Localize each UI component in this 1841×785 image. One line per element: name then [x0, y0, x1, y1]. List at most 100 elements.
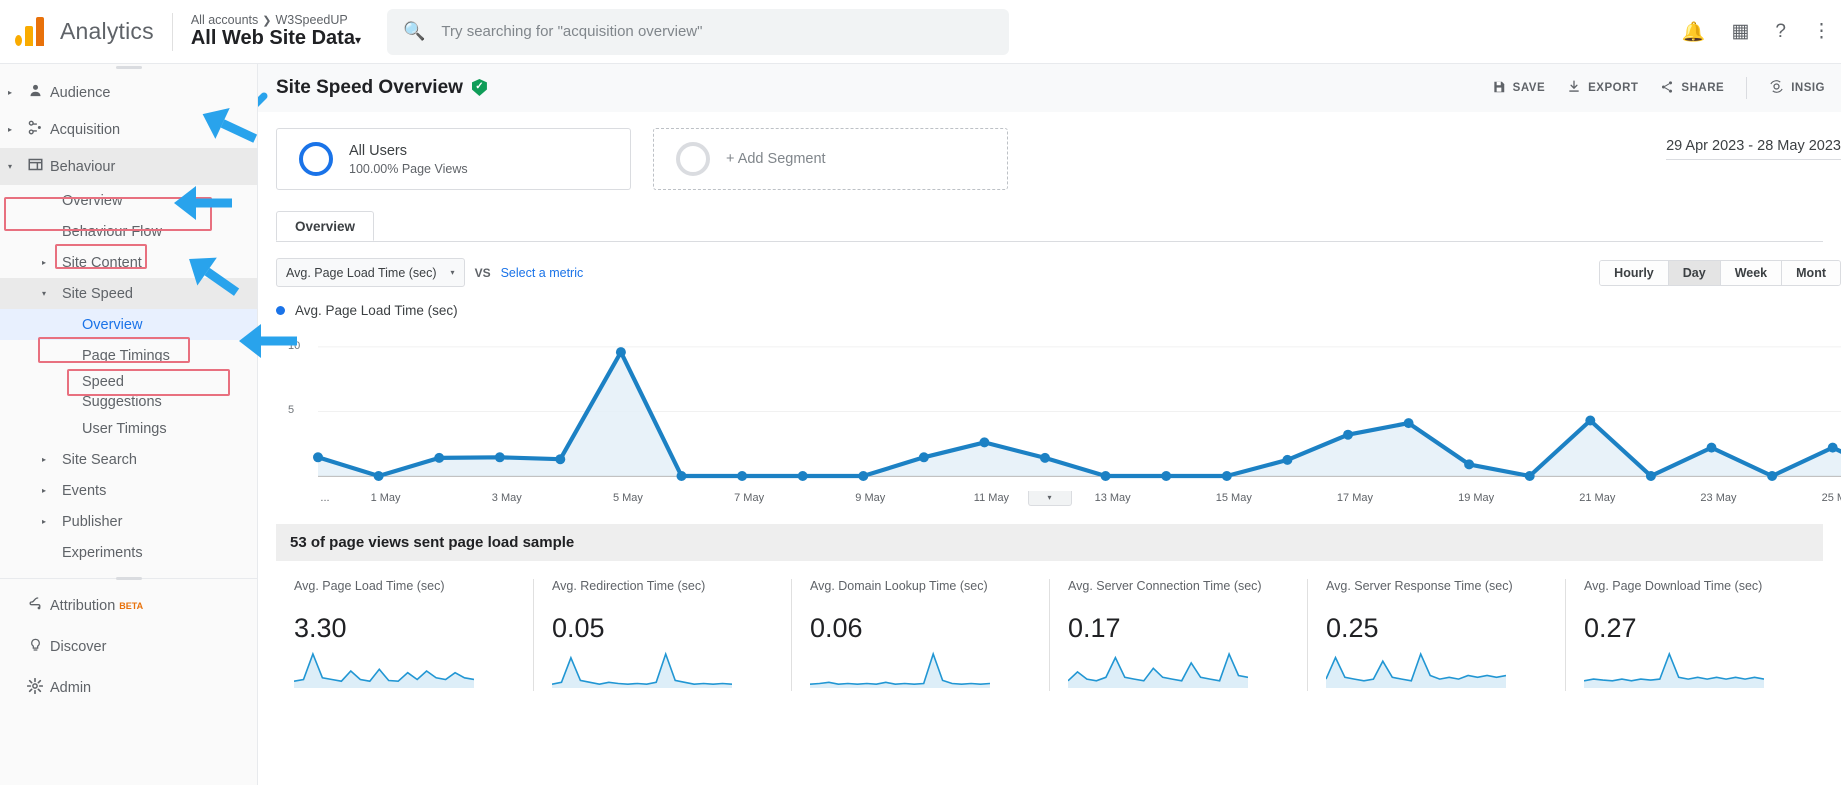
- chart-point[interactable]: [1040, 453, 1050, 463]
- top-bar-actions: 🔔 ▦ ? ⋮: [1682, 20, 1831, 44]
- granularity-day[interactable]: Day: [1669, 261, 1721, 285]
- metric-card-value: 0.06: [810, 613, 1035, 644]
- metric-card-value: 0.17: [1068, 613, 1293, 644]
- add-segment-label: + Add Segment: [726, 151, 826, 167]
- chart-point[interactable]: [1404, 418, 1414, 428]
- breadcrumb-all-accounts[interactable]: All accounts: [191, 13, 258, 27]
- segment-all-users[interactable]: All Users 100.00% Page Views: [276, 128, 631, 190]
- sidebar-item-label: Audience: [50, 85, 110, 101]
- metric-card: Avg. Page Load Time (sec)3.30: [276, 579, 534, 691]
- sidebar-item-site-search[interactable]: ▸Site Search: [0, 444, 257, 475]
- sidebar-item-acquisition[interactable]: ▸Acquisition: [0, 111, 257, 148]
- chevron-icon: ▸: [42, 486, 62, 495]
- chart-point[interactable]: [1222, 471, 1232, 481]
- sidebar-item-attribution[interactable]: AttributionBETA: [0, 585, 257, 626]
- action-label: SAVE: [1513, 82, 1545, 94]
- metric-card-value: 0.27: [1584, 613, 1809, 644]
- sidebar-item-label: Admin: [50, 680, 91, 696]
- chart-point[interactable]: [737, 471, 747, 481]
- attribution-icon: [20, 596, 50, 616]
- sidebar-item-admin[interactable]: Admin: [0, 667, 257, 708]
- metric-card: Avg. Server Connection Time (sec)0.17: [1050, 579, 1308, 691]
- granularity-mont[interactable]: Mont: [1782, 261, 1840, 285]
- tab-overview[interactable]: Overview: [276, 211, 374, 241]
- sidebar-item-behaviour[interactable]: ▾Behaviour: [0, 148, 257, 185]
- metric-card-sparkline: [810, 650, 990, 688]
- chart-point[interactable]: [1828, 443, 1838, 453]
- chart-point[interactable]: [313, 452, 323, 462]
- property-name[interactable]: All Web Site Data▾: [191, 27, 361, 50]
- sidebar-item-site-speed-page-timings[interactable]: Page Timings: [0, 340, 257, 371]
- sidebar-item-behaviour-flow[interactable]: Behaviour Flow: [0, 216, 257, 247]
- chart-point[interactable]: [798, 471, 808, 481]
- help-icon[interactable]: ?: [1775, 21, 1786, 43]
- date-range-picker[interactable]: 29 Apr 2023 - 28 May 2023: [1666, 138, 1841, 160]
- chart-point[interactable]: [495, 452, 505, 462]
- granularity-toggle: HourlyDayWeekMont: [1599, 260, 1841, 286]
- chart-point[interactable]: [1646, 471, 1656, 481]
- chart-point[interactable]: [434, 453, 444, 463]
- x-axis-tick: 25 May: [1822, 492, 1841, 504]
- notifications-bell-icon[interactable]: 🔔: [1682, 20, 1706, 44]
- insig-button[interactable]: INSIG: [1769, 79, 1825, 97]
- sidebar-item-site-speed-speed-suggestions[interactable]: SpeedSuggestions: [0, 371, 257, 413]
- sidebar-item-site-speed-user-timings[interactable]: User Timings: [0, 413, 257, 444]
- chart-point[interactable]: [1585, 416, 1595, 426]
- export-button[interactable]: EXPORT: [1567, 80, 1638, 97]
- sidebar-item-publisher[interactable]: ▸Publisher: [0, 506, 257, 537]
- sidebar-item-site-speed-overview[interactable]: Overview: [0, 309, 257, 340]
- chart-point[interactable]: [677, 471, 687, 481]
- granularity-week[interactable]: Week: [1721, 261, 1782, 285]
- sidebar-item-site-speed[interactable]: ▾Site Speed: [0, 278, 257, 309]
- add-segment-button[interactable]: + Add Segment: [653, 128, 1008, 190]
- metric-select[interactable]: Avg. Page Load Time (sec) ▾: [276, 258, 465, 287]
- metric-cards: Avg. Page Load Time (sec)3.30Avg. Redire…: [276, 579, 1823, 691]
- x-axis-tick: ...: [320, 492, 329, 504]
- chart-point[interactable]: [1464, 459, 1474, 469]
- chart-point[interactable]: [555, 454, 565, 464]
- chart-point[interactable]: [919, 452, 929, 462]
- insights-icon: [1769, 79, 1784, 97]
- more-options-icon[interactable]: ⋮: [1812, 20, 1831, 43]
- chevron-icon: ▸: [42, 258, 62, 267]
- chart-point[interactable]: [1282, 455, 1292, 465]
- sidebar-item-label: Acquisition: [50, 122, 120, 138]
- sidebar-item-overview[interactable]: Overview: [0, 185, 257, 216]
- granularity-hourly[interactable]: Hourly: [1600, 261, 1669, 285]
- metric-card-value: 0.25: [1326, 613, 1551, 644]
- sidebar-item-events[interactable]: ▸Events: [0, 475, 257, 506]
- chevron-icon: ▸: [42, 517, 62, 526]
- chart-point[interactable]: [374, 471, 384, 481]
- segment-ring-icon: [299, 142, 333, 176]
- sidebar-item-label: Events: [62, 483, 106, 499]
- account-selector[interactable]: All accounts❯W3SpeedUP All Web Site Data…: [191, 13, 361, 51]
- divider: [1746, 77, 1747, 99]
- chart-point[interactable]: [1343, 430, 1353, 440]
- chart-point[interactable]: [1707, 443, 1717, 453]
- sidebar-grab-handle[interactable]: [116, 66, 142, 69]
- share-button[interactable]: SHARE: [1660, 80, 1724, 97]
- main-chart[interactable]: 10 5: [276, 326, 1823, 491]
- sidebar-item-experiments[interactable]: Experiments: [0, 537, 257, 568]
- save-button[interactable]: SAVE: [1492, 80, 1545, 97]
- chart-point[interactable]: [1161, 471, 1171, 481]
- chart-point[interactable]: [979, 437, 989, 447]
- sidebar-item-audience[interactable]: ▸Audience: [0, 74, 257, 111]
- sidebar-item-discover[interactable]: Discover: [0, 626, 257, 667]
- apps-grid-icon[interactable]: ▦: [1731, 20, 1749, 43]
- select-a-metric-link[interactable]: Select a metric: [501, 266, 584, 280]
- sidebar-item-site-content[interactable]: ▸Site Content: [0, 247, 257, 278]
- action-label: EXPORT: [1588, 82, 1638, 94]
- chart-point[interactable]: [1525, 471, 1535, 481]
- segment-name: All Users: [349, 143, 468, 159]
- chart-point[interactable]: [858, 471, 868, 481]
- chart-expander-button[interactable]: ▾: [1028, 491, 1072, 506]
- chart-point[interactable]: [616, 347, 626, 357]
- breadcrumb-account[interactable]: W3SpeedUP: [275, 13, 347, 27]
- breadcrumb: All accounts❯W3SpeedUP: [191, 13, 361, 28]
- chart-point[interactable]: [1101, 471, 1111, 481]
- x-axis-tick: 23 May: [1700, 492, 1736, 504]
- chart-point[interactable]: [1767, 471, 1777, 481]
- search-input[interactable]: 🔍 Try searching for "acquisition overvie…: [387, 9, 1009, 55]
- share-icon: [20, 120, 50, 139]
